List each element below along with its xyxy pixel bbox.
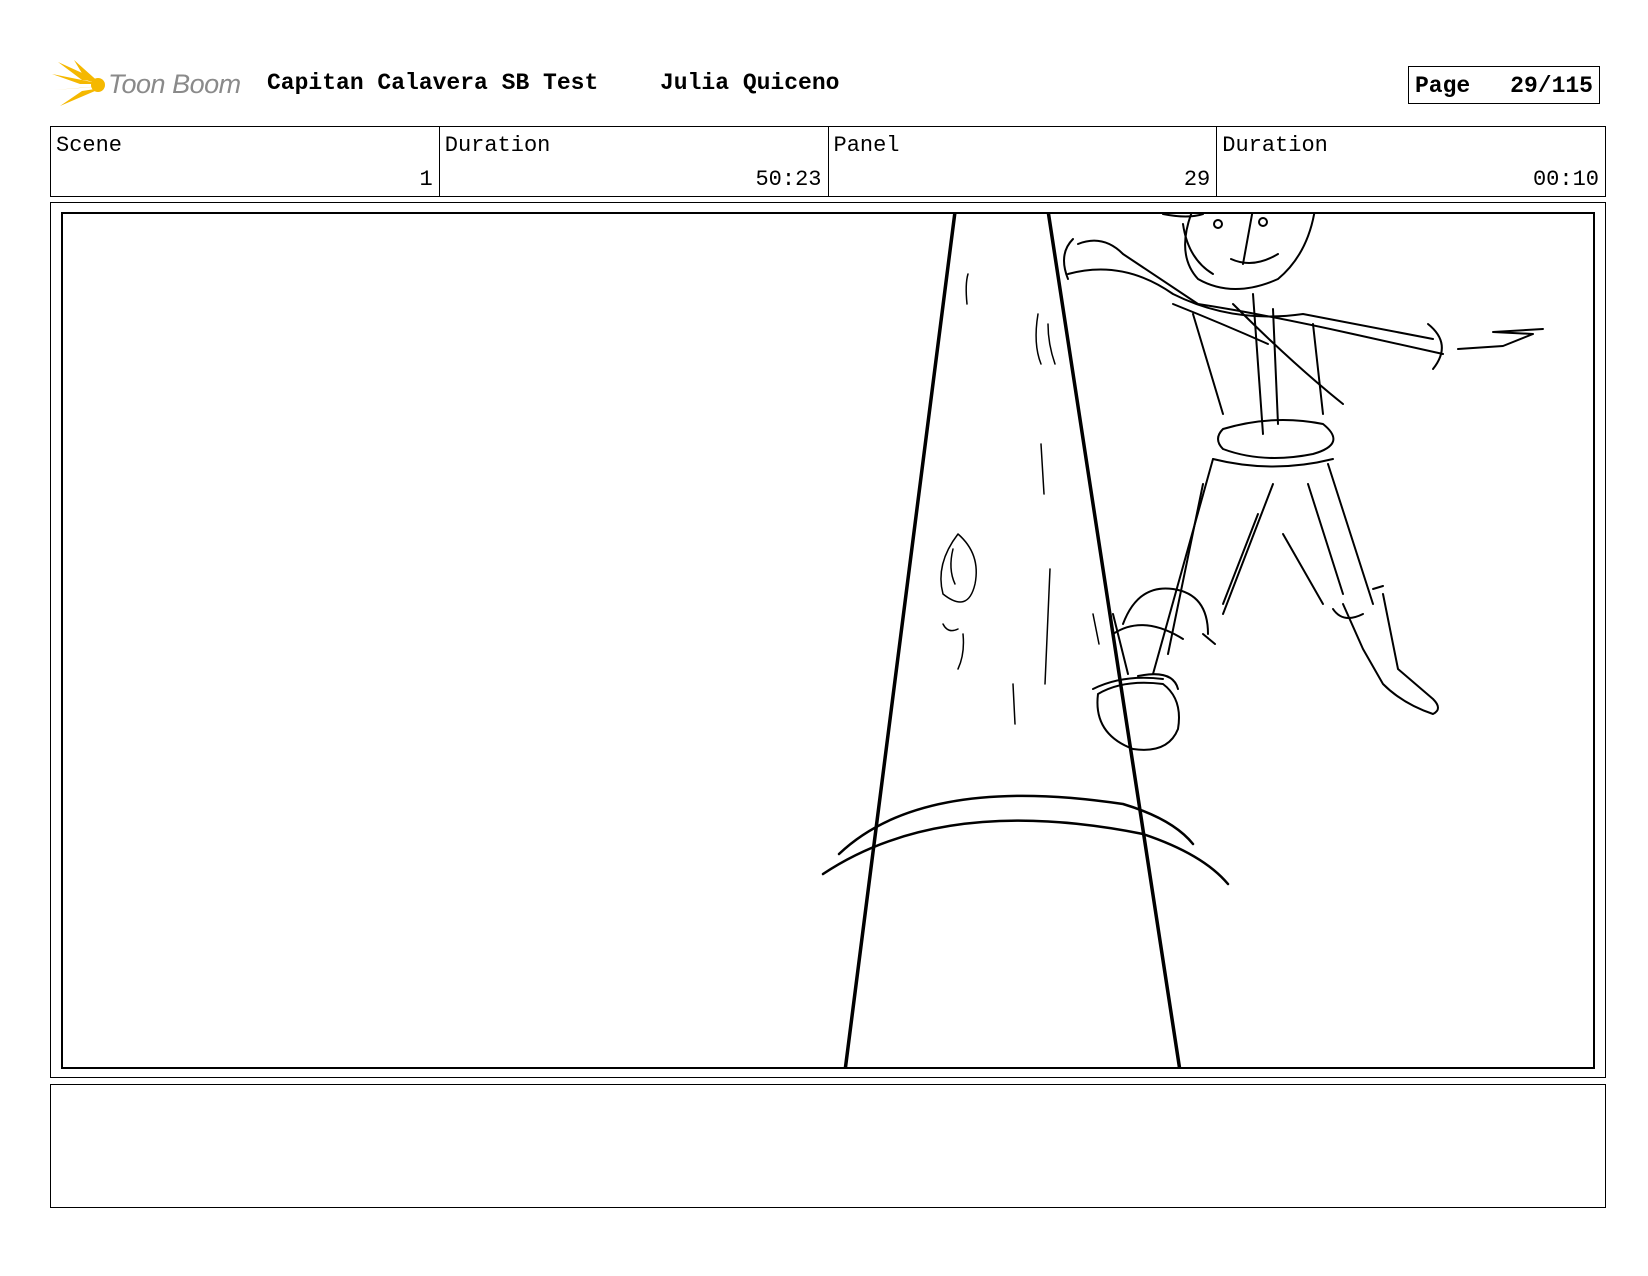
page-number: 29/115: [1510, 73, 1593, 99]
logo-text: Toon Boom: [108, 69, 241, 99]
author-name: Julia Quiceno: [660, 70, 840, 96]
scene-label: Scene: [56, 133, 123, 158]
storyboard-panel: [61, 212, 1595, 1069]
page-indicator: Page 29/115: [1408, 66, 1600, 104]
panel-cell: Panel 29: [829, 127, 1218, 196]
page-label: Page: [1415, 73, 1471, 99]
panel-duration-cell: Duration 00:10: [1217, 127, 1605, 196]
scene-duration-cell: Duration 50:23: [440, 127, 829, 196]
toon-boom-logo: Toon Boom: [52, 60, 252, 108]
scene-cell: Scene 1: [51, 127, 440, 196]
scene-duration-label: Duration: [444, 133, 551, 158]
scene-value: 1: [419, 167, 433, 192]
page-header: Toon Boom Capitan Calavera SB Test Julia…: [52, 56, 1608, 112]
panel-duration-value: 00:10: [1532, 167, 1599, 192]
toon-boom-starburst-icon: [52, 60, 105, 106]
project-title: Capitan Calavera SB Test: [267, 70, 599, 96]
character-sketch: [1063, 214, 1544, 751]
storyboard-panel-frame: [50, 202, 1606, 1078]
panel-duration-label: Duration: [1222, 133, 1328, 158]
scene-duration-value: 50:23: [755, 167, 822, 192]
sketch-drawing: [821, 214, 1544, 1067]
panel-label: Panel: [833, 133, 900, 158]
panel-value: 29: [1183, 167, 1211, 192]
ground-arc-sketch: [821, 794, 1230, 886]
panel-info-table: Scene 1 Duration 50:23 Panel 29 Duration…: [50, 126, 1606, 197]
tree-trunk-sketch: [843, 214, 1182, 1067]
panel-notes-box: [50, 1084, 1606, 1208]
